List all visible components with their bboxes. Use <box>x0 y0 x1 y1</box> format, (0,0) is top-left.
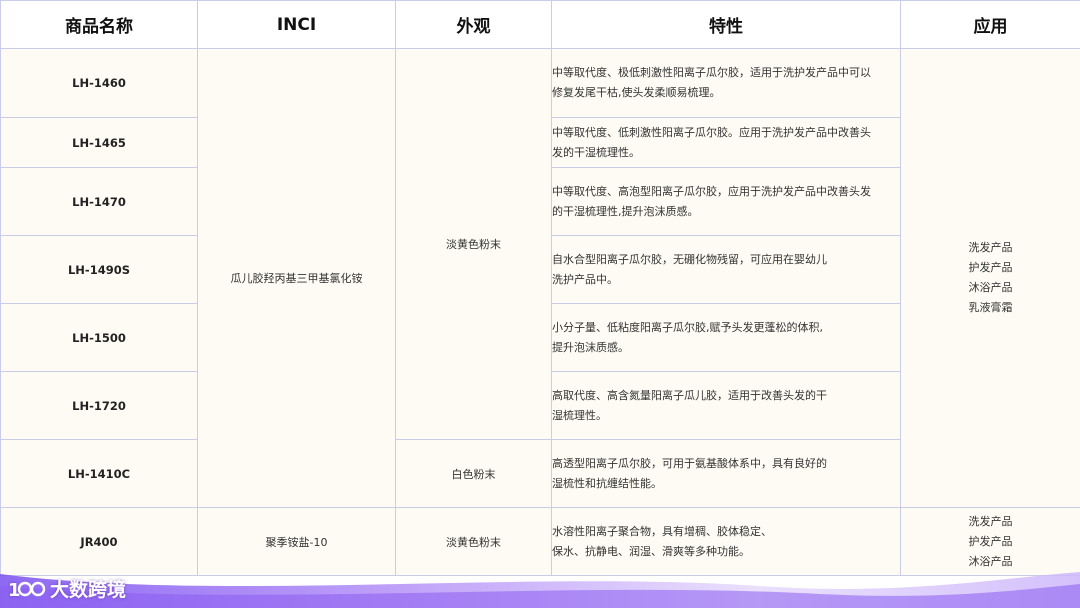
brand-name: 大数跨境 <box>50 579 127 601</box>
header-row: 商品名称 INCI 外观 特性 应用 <box>0 0 1080 49</box>
brand-watermark: 1 大数跨境 <box>8 575 126 602</box>
table-row: JR400 聚季铵盐-10 淡黄色粉末 水溶性阳离子聚合物，具有增稠、胶体稳定、… <box>0 507 1080 576</box>
appearance-cell: 淡黄色粉末 <box>395 507 552 576</box>
header-product-name: 商品名称 <box>0 0 198 49</box>
product-name: LH-1720 <box>0 371 198 440</box>
feature-cell: 自水合型阳离子瓜尔胶，无硼化物残留，可应用在婴幼儿 洗护产品中。 <box>551 235 901 304</box>
application-cell: 洗发产品 护发产品 沐浴产品 <box>900 507 1080 576</box>
product-table: 商品名称 INCI 外观 特性 应用 LH-1460 瓜儿胶羟丙基三甲基氯化铵 … <box>0 0 1080 576</box>
header-inci: INCI <box>197 0 396 49</box>
product-name: LH-1410C <box>0 439 198 508</box>
table-row: LH-1460 瓜儿胶羟丙基三甲基氯化铵 淡黄色粉末 中等取代度、极低刺激性阳离… <box>0 48 1080 508</box>
feature-cell: 中等取代度、低刺激性阳离子瓜尔胶。应用于洗护发产品中改善头 发的干湿梳理性。 <box>551 117 901 168</box>
product-name: LH-1465 <box>0 117 198 168</box>
header-feature: 特性 <box>551 0 901 49</box>
product-name: LH-1500 <box>0 303 198 372</box>
inci-cell: 聚季铵盐-10 <box>197 507 396 576</box>
product-name: LH-1490S <box>0 235 198 304</box>
appearance-cell: 白色粉末 <box>395 439 552 508</box>
inci-cell: 瓜儿胶羟丙基三甲基氯化铵 <box>197 48 396 508</box>
brand-logo-icon: 1 <box>8 580 46 601</box>
product-name: LH-1460 <box>0 48 198 118</box>
feature-cell: 高透型阳离子瓜尔胶，可用于氨基酸体系中，具有良好的 湿梳性和抗缠结性能。 <box>551 439 901 508</box>
header-application: 应用 <box>900 0 1080 49</box>
product-name: LH-1470 <box>0 167 198 236</box>
feature-cell: 中等取代度、极低刺激性阳离子瓜尔胶，适用于洗护发产品中可以 修复发尾干枯,使头发… <box>551 48 901 118</box>
feature-cell: 中等取代度、高泡型阳离子瓜尔胶，应用于洗护发产品中改善头发 的干湿梳理性,提升泡… <box>551 167 901 236</box>
header-appearance: 外观 <box>395 0 552 49</box>
feature-cell: 水溶性阳离子聚合物，具有增稠、胶体稳定、 保水、抗静电、润湿、滑爽等多种功能。 <box>551 507 901 576</box>
product-name: JR400 <box>0 507 198 576</box>
appearance-cell: 淡黄色粉末 <box>395 48 552 440</box>
application-cell: 洗发产品 护发产品 沐浴产品 乳液膏霜 <box>900 48 1080 508</box>
feature-cell: 小分子量、低粘度阳离子瓜尔胶,赋予头发更蓬松的体积, 提升泡沫质感。 <box>551 303 901 372</box>
feature-cell: 高取代度、高含氮量阳离子瓜儿胶，适用于改善头发的干 湿梳理性。 <box>551 371 901 440</box>
